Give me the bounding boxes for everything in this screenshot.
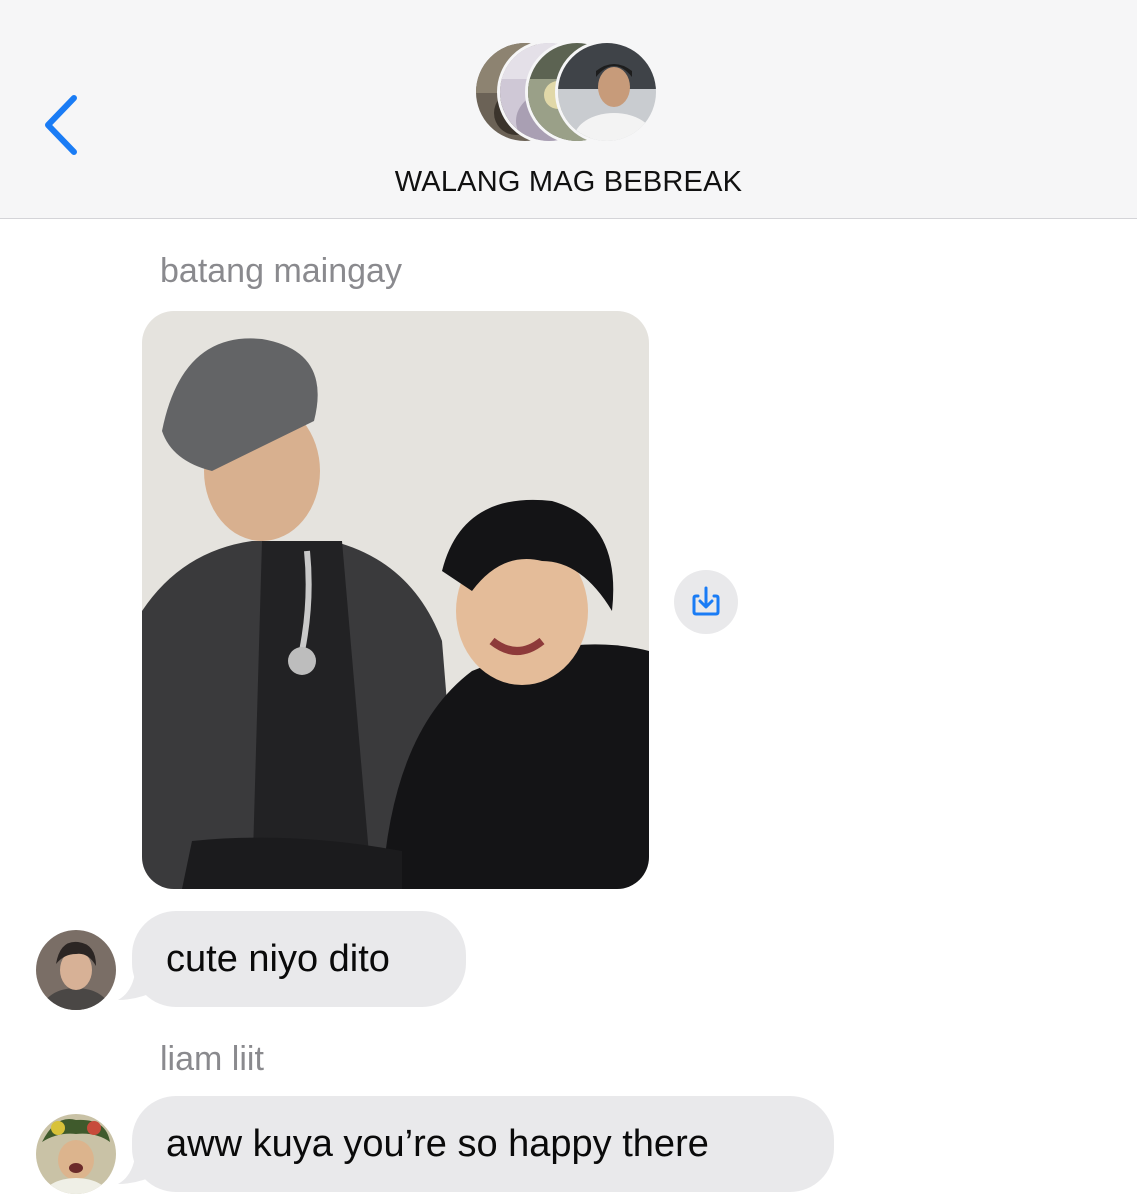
sender-name: liam liit (160, 1040, 264, 1078)
participant-avatar (555, 40, 659, 144)
conversation-header: WALANG MAG BEBREAK (0, 0, 1137, 219)
image-message[interactable] (142, 311, 649, 889)
message-text: cute niyo dito (166, 937, 390, 980)
messages-screen: WALANG MAG BEBREAK batang maingay cute n… (0, 0, 1137, 1200)
sender-avatar[interactable] (36, 1114, 116, 1194)
back-button[interactable] (38, 92, 88, 158)
share-save-icon (692, 586, 720, 616)
message-text: aww kuya you’re so happy there (166, 1122, 709, 1165)
chevron-left-icon (45, 95, 77, 155)
message-bubble[interactable]: aww kuya you’re so happy there (132, 1096, 834, 1192)
sender-avatar[interactable] (36, 930, 116, 1010)
group-name[interactable]: WALANG MAG BEBREAK (0, 166, 1137, 199)
message-bubble[interactable]: cute niyo dito (132, 911, 466, 1007)
save-image-button[interactable] (674, 570, 738, 634)
group-avatar-stack[interactable] (473, 40, 663, 152)
sender-name: batang maingay (160, 252, 402, 290)
